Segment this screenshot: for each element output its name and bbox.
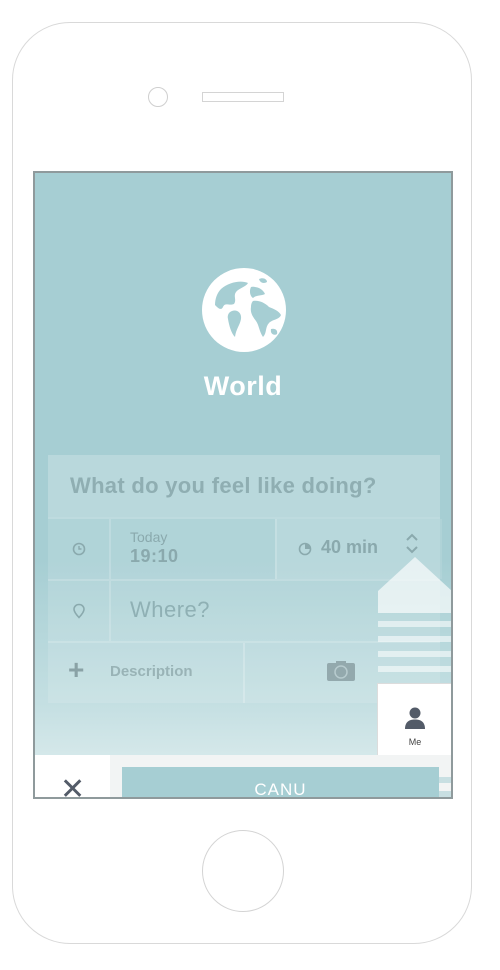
app-screen: World What do you feel like doing? Today…: [33, 171, 453, 799]
description-input[interactable]: Description: [110, 663, 193, 680]
where-input[interactable]: Where?: [130, 597, 210, 623]
start-time-picker[interactable]: Today 19:10: [130, 529, 179, 567]
location-cell: [48, 581, 111, 641]
location-pin-icon: [72, 603, 85, 619]
plus-icon[interactable]: +: [68, 655, 84, 685]
duration-value: 40 min: [321, 537, 379, 557]
stripe: [378, 636, 451, 642]
duration-icon: [298, 542, 312, 556]
home-button[interactable]: [202, 830, 284, 912]
me-label: Me: [408, 737, 422, 747]
camera-icon[interactable]: [327, 661, 355, 681]
stripe: [378, 666, 451, 672]
day-label: Today: [130, 529, 168, 545]
chevron-down-icon[interactable]: [406, 545, 418, 554]
activity-input[interactable]: What do you feel like doing?: [48, 455, 440, 517]
globe-icon: [202, 268, 286, 352]
stripe: [378, 621, 451, 627]
scroll-up-arrow-icon[interactable]: [378, 557, 452, 613]
time-cell: [48, 519, 111, 579]
close-icon: ✕: [60, 773, 86, 799]
bottom-stripes: [378, 777, 451, 797]
user-icon: [405, 707, 425, 729]
stripe: [378, 777, 451, 783]
stripe: [378, 651, 451, 657]
stripe: [378, 791, 451, 797]
divider: [243, 643, 245, 703]
front-camera: [148, 87, 168, 107]
page-title: World: [203, 371, 283, 401]
chevron-up-icon[interactable]: [406, 533, 418, 542]
me-tab[interactable]: Me: [377, 683, 451, 755]
clock-icon: [72, 542, 85, 556]
speaker-grille: [202, 92, 284, 102]
time-label: 19:10: [130, 546, 179, 566]
close-button[interactable]: ✕: [35, 755, 110, 799]
side-stripes: [378, 621, 451, 681]
duration-stepper[interactable]: [404, 533, 420, 557]
